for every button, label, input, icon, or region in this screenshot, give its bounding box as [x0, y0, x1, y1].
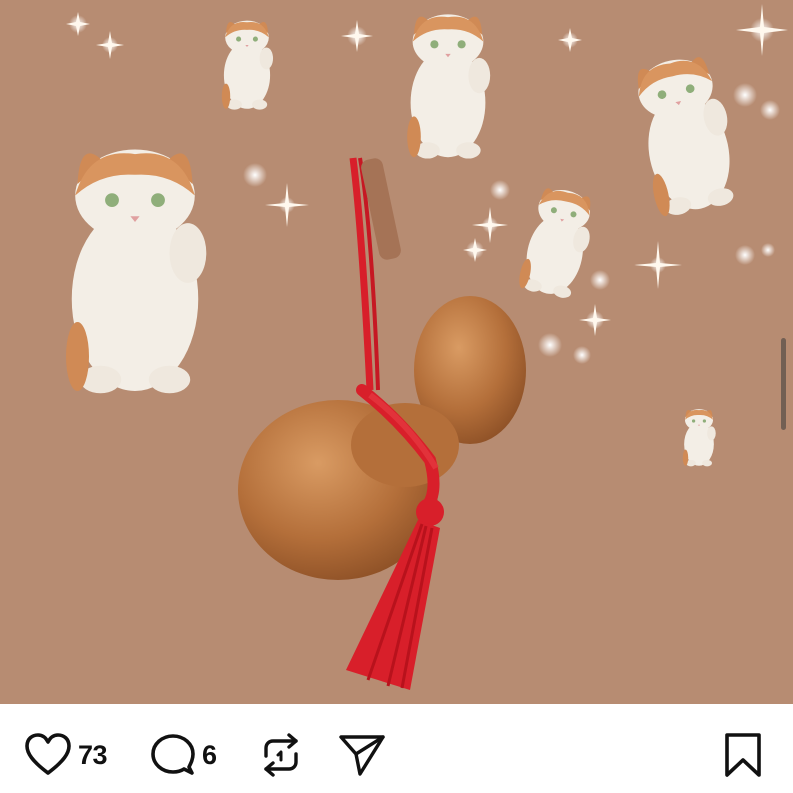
like-button[interactable]: 73 — [24, 730, 108, 780]
bookmark-icon — [722, 732, 764, 778]
comment-icon — [150, 733, 196, 777]
gourd-ornament — [238, 157, 526, 690]
comment-count: 6 — [202, 739, 217, 770]
repost-button[interactable] — [258, 730, 304, 780]
cat-figurine — [627, 51, 745, 219]
heart-icon — [24, 733, 72, 777]
cat-figurine — [66, 149, 207, 394]
comment-button[interactable]: 6 — [150, 730, 217, 780]
scrollbar[interactable] — [781, 338, 786, 430]
repost-icon — [258, 732, 304, 778]
post-action-bar: 73 6 — [0, 704, 793, 793]
cat-figurine — [221, 20, 274, 110]
post-photo — [66, 4, 788, 690]
cat-figurine — [682, 409, 716, 467]
send-icon — [338, 732, 386, 778]
cat-figurine — [407, 14, 491, 159]
post-image[interactable] — [0, 0, 793, 704]
cat-figurine — [516, 184, 599, 301]
like-count: 73 — [78, 739, 108, 770]
share-button[interactable] — [338, 730, 386, 780]
save-button[interactable] — [722, 730, 764, 780]
